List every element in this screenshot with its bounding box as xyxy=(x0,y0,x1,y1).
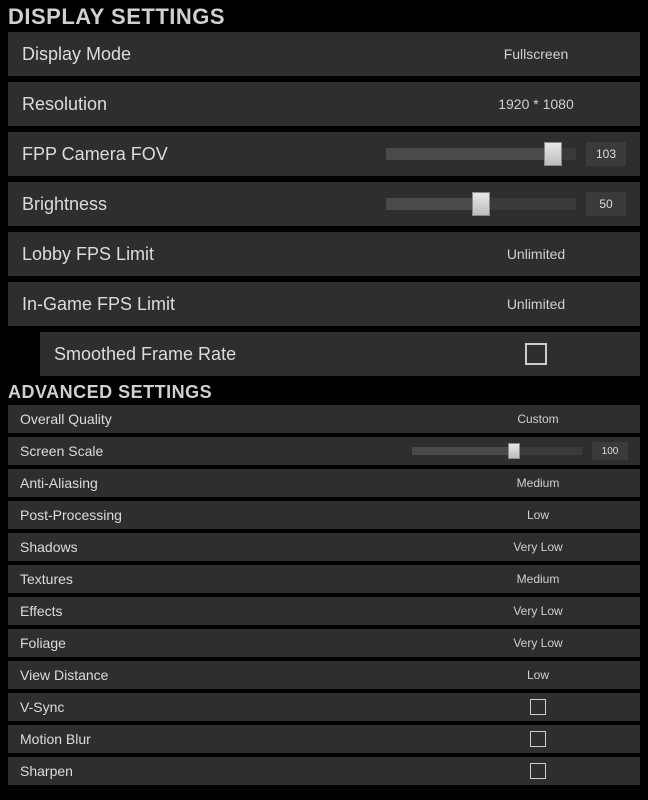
lobby-fps-row[interactable]: Lobby FPS Limit Unlimited xyxy=(8,232,640,276)
textures-row[interactable]: Textures Medium xyxy=(8,565,640,593)
display-settings-header: DISPLAY SETTINGS xyxy=(0,0,648,32)
effects-row[interactable]: Effects Very Low xyxy=(8,597,640,625)
sharpen-row[interactable]: Sharpen xyxy=(8,757,640,785)
brightness-slider-fill xyxy=(386,198,481,210)
resolution-label: Resolution xyxy=(22,94,107,115)
brightness-row[interactable]: Brightness 50 xyxy=(8,182,640,226)
resolution-row[interactable]: Resolution 1920 * 1080 xyxy=(8,82,640,126)
overall-quality-label: Overall Quality xyxy=(20,411,112,427)
vsync-label: V-Sync xyxy=(20,699,64,715)
lobby-fps-value[interactable]: Unlimited xyxy=(446,246,626,262)
screen-scale-slider-fill xyxy=(412,447,514,455)
shadows-value[interactable]: Very Low xyxy=(448,540,628,554)
sharpen-label: Sharpen xyxy=(20,763,73,779)
fov-slider-value[interactable]: 103 xyxy=(586,142,626,166)
screen-scale-row[interactable]: Screen Scale 100 xyxy=(8,437,640,465)
motion-blur-label: Motion Blur xyxy=(20,731,91,747)
view-distance-label: View Distance xyxy=(20,667,108,683)
screen-scale-slider-thumb[interactable] xyxy=(508,443,520,459)
view-distance-value[interactable]: Low xyxy=(448,668,628,682)
overall-quality-row[interactable]: Overall Quality Custom xyxy=(8,405,640,433)
post-processing-value[interactable]: Low xyxy=(448,508,628,522)
textures-value[interactable]: Medium xyxy=(448,572,628,586)
effects-label: Effects xyxy=(20,603,63,619)
resolution-value[interactable]: 1920 * 1080 xyxy=(446,96,626,112)
anti-aliasing-label: Anti-Aliasing xyxy=(20,475,98,491)
anti-aliasing-row[interactable]: Anti-Aliasing Medium xyxy=(8,469,640,497)
foliage-value[interactable]: Very Low xyxy=(448,636,628,650)
foliage-label: Foliage xyxy=(20,635,66,651)
brightness-slider-value[interactable]: 50 xyxy=(586,192,626,216)
fov-row[interactable]: FPP Camera FOV 103 xyxy=(8,132,640,176)
brightness-label: Brightness xyxy=(22,194,107,215)
fov-slider-thumb[interactable] xyxy=(544,142,562,166)
ingame-fps-value[interactable]: Unlimited xyxy=(446,296,626,312)
anti-aliasing-value[interactable]: Medium xyxy=(448,476,628,490)
smoothed-frame-rate-checkbox[interactable] xyxy=(525,343,547,365)
lobby-fps-label: Lobby FPS Limit xyxy=(22,244,154,265)
shadows-label: Shadows xyxy=(20,539,78,555)
motion-blur-checkbox[interactable] xyxy=(530,731,546,747)
view-distance-row[interactable]: View Distance Low xyxy=(8,661,640,689)
fov-label: FPP Camera FOV xyxy=(22,144,168,165)
sharpen-checkbox[interactable] xyxy=(530,763,546,779)
fov-slider-fill xyxy=(386,148,553,160)
brightness-slider[interactable] xyxy=(386,198,576,210)
fov-slider[interactable] xyxy=(386,148,576,160)
post-processing-label: Post-Processing xyxy=(20,507,122,523)
screen-scale-slider[interactable] xyxy=(412,447,582,455)
ingame-fps-row[interactable]: In-Game FPS Limit Unlimited xyxy=(8,282,640,326)
display-mode-value[interactable]: Fullscreen xyxy=(446,46,626,62)
vsync-row[interactable]: V-Sync xyxy=(8,693,640,721)
smoothed-frame-rate-row[interactable]: Smoothed Frame Rate xyxy=(40,332,640,376)
textures-label: Textures xyxy=(20,571,73,587)
vsync-checkbox[interactable] xyxy=(530,699,546,715)
smoothed-frame-rate-label: Smoothed Frame Rate xyxy=(54,344,236,365)
motion-blur-row[interactable]: Motion Blur xyxy=(8,725,640,753)
foliage-row[interactable]: Foliage Very Low xyxy=(8,629,640,657)
ingame-fps-label: In-Game FPS Limit xyxy=(22,294,175,315)
overall-quality-value[interactable]: Custom xyxy=(448,412,628,426)
effects-value[interactable]: Very Low xyxy=(448,604,628,618)
screen-scale-label: Screen Scale xyxy=(20,443,103,459)
display-mode-label: Display Mode xyxy=(22,44,131,65)
screen-scale-slider-value[interactable]: 100 xyxy=(592,442,628,460)
post-processing-row[interactable]: Post-Processing Low xyxy=(8,501,640,529)
brightness-slider-thumb[interactable] xyxy=(472,192,490,216)
display-mode-row[interactable]: Display Mode Fullscreen xyxy=(8,32,640,76)
shadows-row[interactable]: Shadows Very Low xyxy=(8,533,640,561)
advanced-settings-header: ADVANCED SETTINGS xyxy=(0,382,648,405)
